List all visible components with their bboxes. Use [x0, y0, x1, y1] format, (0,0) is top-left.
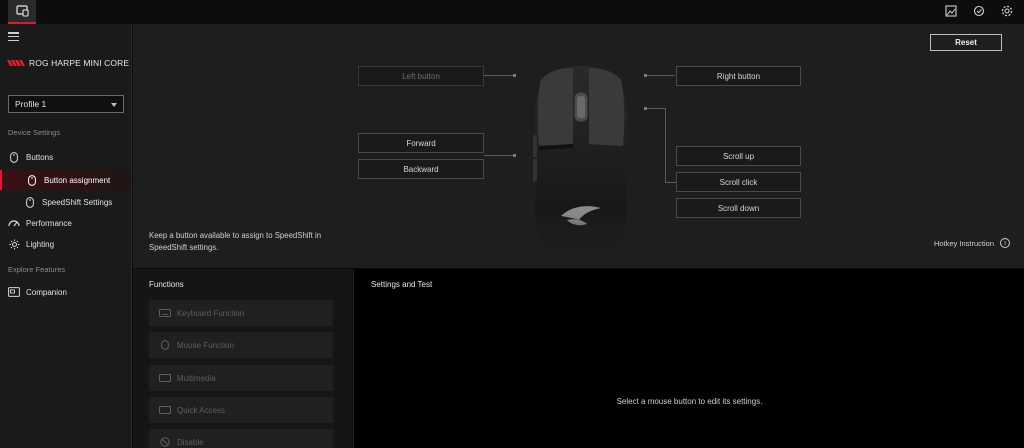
backward-button-box[interactable]: Backward	[358, 159, 484, 179]
info-icon[interactable]: i	[1000, 238, 1010, 248]
section-device-settings: Device Settings	[8, 128, 61, 137]
connector-scroll-vertical	[665, 108, 666, 182]
keyboard-function-item[interactable]: Keyboard Function	[149, 300, 333, 326]
sidebar-item-buttons[interactable]: Buttons	[0, 147, 131, 167]
scroll-down-box[interactable]: Scroll down	[676, 198, 801, 218]
sidebar-item-label: Companion	[26, 287, 67, 297]
connector-dot	[644, 107, 647, 110]
multimedia-item[interactable]: Multimedia	[149, 365, 333, 391]
function-label: Mouse Function	[177, 340, 234, 350]
button-assignment-view: Reset Left button Right button Forward B…	[133, 24, 1024, 268]
connector-scroll-click	[665, 182, 676, 183]
chevron-down-icon	[111, 103, 117, 107]
armoury-app: ROG HARPE MINI CORE Profile 1 Device Set…	[0, 0, 1024, 448]
sidebar-item-label: Buttons	[26, 152, 54, 162]
connector-dot	[644, 74, 647, 77]
top-bar	[0, 0, 1024, 24]
keyboard-icon	[159, 308, 171, 318]
device-icon	[15, 5, 29, 17]
mouse-function-item[interactable]: Mouse Function	[149, 332, 333, 358]
section-explore-features: Explore Features	[8, 265, 66, 274]
right-button-box[interactable]: Right button	[676, 66, 801, 86]
disable-item[interactable]: Disable	[149, 429, 333, 448]
rog-logo-icon	[7, 60, 25, 66]
function-label: Quick Access	[177, 405, 226, 415]
sidebar-item-speedshift[interactable]: SpeedShift Settings	[0, 192, 131, 212]
connector-side	[484, 155, 514, 156]
device-tab[interactable]	[8, 0, 36, 24]
mouse-icon	[26, 174, 38, 186]
left-button-box[interactable]: Left button	[358, 66, 484, 86]
function-label: Multimedia	[177, 373, 216, 383]
settings-test-panel: Settings and Test Select a mouse button …	[353, 269, 1024, 448]
connector-scroll-top	[645, 108, 665, 109]
hotkey-instruction[interactable]: Hotkey Instruction i	[934, 238, 1010, 248]
mouse-illustration	[529, 66, 633, 268]
scroll-click-box[interactable]: Scroll click	[676, 172, 801, 192]
function-label: Disable	[177, 437, 204, 447]
sidebar-item-label: Lighting	[26, 239, 55, 249]
gear-icon[interactable]	[1000, 4, 1014, 18]
functions-title: Functions	[149, 280, 184, 289]
function-label: Keyboard Function	[177, 308, 245, 318]
lighting-icon	[8, 238, 20, 250]
connector-left	[484, 75, 514, 76]
connector-dot	[513, 154, 516, 157]
disable-icon	[159, 437, 171, 447]
scroll-up-box[interactable]: Scroll up	[676, 146, 801, 166]
mouse-icon	[159, 340, 171, 350]
empty-state-message: Select a mouse button to edit its settin…	[616, 397, 763, 406]
sidebar-item-label: Performance	[26, 218, 72, 228]
profile-select[interactable]: Profile 1	[8, 95, 124, 113]
menu-icon[interactable]	[8, 32, 19, 42]
sidebar-item-label: Button assignment	[44, 175, 111, 185]
sidebar-item-button-assignment[interactable]: Button assignment	[0, 170, 131, 190]
quick-access-icon	[159, 405, 171, 415]
settings-title: Settings and Test	[371, 280, 433, 289]
connector-right	[645, 75, 675, 76]
profile-value: Profile 1	[15, 99, 47, 109]
hotkey-label: Hotkey Instruction	[933, 238, 994, 248]
companion-icon	[8, 286, 20, 298]
connector-dot	[513, 74, 516, 77]
multimedia-icon	[159, 373, 171, 383]
sidebar-item-label: SpeedShift Settings	[42, 197, 113, 207]
sidebar-item-performance[interactable]: Performance	[0, 213, 131, 233]
functions-panel: Functions Keyboard Function Mouse Functi…	[133, 269, 352, 448]
speedshift-hint: Keep a button available to assign to Spe…	[149, 231, 322, 252]
sidebar-item-companion[interactable]: Companion	[0, 282, 131, 302]
sync-icon[interactable]	[972, 4, 986, 18]
mouse-icon	[24, 196, 36, 208]
device-name: ROG HARPE MINI CORE	[29, 58, 130, 68]
sidebar-item-lighting[interactable]: Lighting	[0, 234, 131, 254]
device-brand: ROG HARPE MINI CORE	[7, 58, 129, 68]
gauge-icon	[8, 217, 20, 229]
mouse-icon	[8, 151, 20, 163]
sidebar: ROG HARPE MINI CORE Profile 1 Device Set…	[0, 24, 132, 448]
reset-button[interactable]: Reset	[930, 34, 1002, 51]
top-icons	[944, 4, 1014, 18]
picture-icon[interactable]	[944, 4, 958, 18]
quick-access-item[interactable]: Quick Access	[149, 397, 333, 423]
forward-button-box[interactable]: Forward	[358, 133, 484, 153]
